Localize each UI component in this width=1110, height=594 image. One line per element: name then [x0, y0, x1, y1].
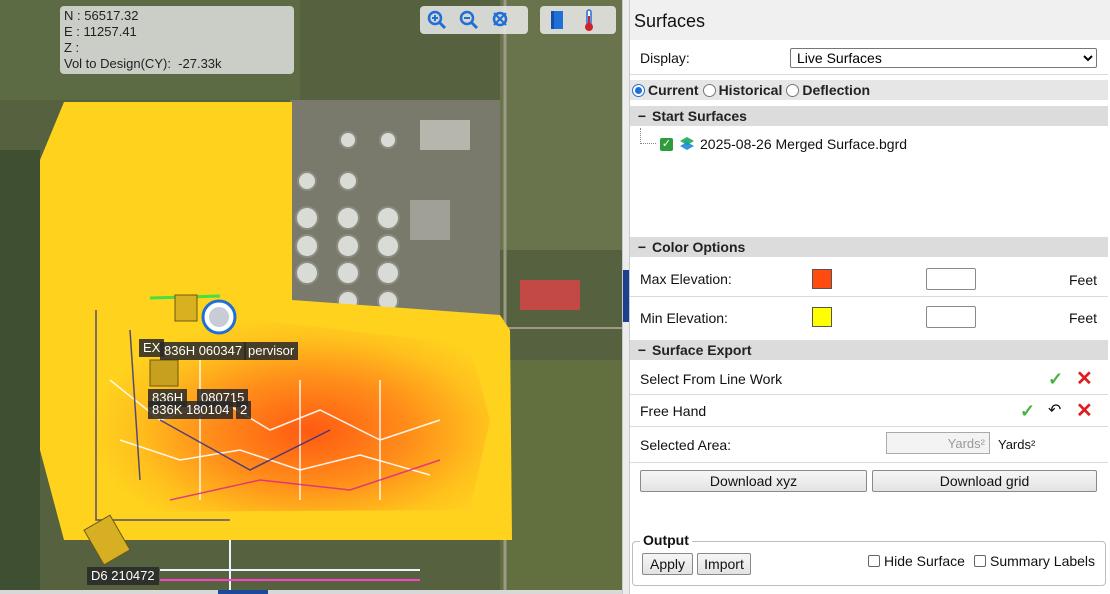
summary-labels-label: Summary Labels [990, 553, 1096, 569]
mode-deflection[interactable]: Deflection [786, 82, 870, 98]
cancel-x-icon[interactable]: ✕ [1076, 401, 1093, 421]
northing-value: 56517.32 [84, 8, 139, 23]
machine-d6-210472[interactable]: D6 210472 [87, 567, 159, 585]
divider [630, 74, 1108, 75]
zoom-in-icon[interactable] [423, 8, 451, 32]
machine-supervisor[interactable]: pervisor [244, 342, 299, 360]
zoom-extents-icon[interactable] [487, 8, 515, 32]
surface-item-label: 2025-08-26 Merged Surface.bgrd [700, 136, 908, 152]
surface-export-title: Surface Export [652, 342, 752, 358]
cancel-x-icon[interactable]: ✕ [1076, 369, 1093, 389]
confirm-check-icon[interactable]: ✓ [1048, 370, 1063, 388]
summary-labels-toggle[interactable]: Summary Labels [974, 553, 1095, 569]
layers-icon [679, 136, 695, 152]
undo-icon[interactable]: ↶ [1048, 402, 1061, 420]
max-elevation-input[interactable] [926, 268, 976, 290]
collapse-icon[interactable]: − [636, 108, 648, 124]
display-select[interactable]: Live Surfaces [790, 48, 1097, 68]
surface-checkbox[interactable]: ✓ [660, 137, 673, 151]
max-elevation-label: Max Elevation: [640, 271, 732, 287]
area-unit-label: Yards² [998, 437, 1036, 452]
max-unit-label: Feet [1069, 272, 1098, 288]
map-canvas[interactable] [0, 0, 622, 594]
selected-area-input[interactable]: Yards² [886, 432, 990, 454]
apply-button[interactable]: Apply [642, 553, 693, 575]
map-scroll-thumb[interactable] [218, 590, 268, 594]
northing-label: N : [64, 8, 81, 23]
summary-labels-checkbox[interactable] [974, 555, 986, 567]
collapse-icon[interactable]: − [636, 342, 648, 358]
surface-mode-group: Current Historical Deflection [630, 80, 1108, 100]
start-surfaces-title: Start Surfaces [652, 108, 747, 124]
color-options-title: Color Options [652, 239, 746, 255]
mode-historical[interactable]: Historical [702, 82, 783, 98]
easting-value: 11257.41 [83, 24, 137, 39]
mode-current-label: Current [648, 82, 699, 98]
download-grid-button[interactable]: Download grid [872, 470, 1097, 492]
machine-2[interactable]: 2 [236, 401, 252, 419]
hide-surface-label: Hide Surface [884, 553, 965, 569]
elevation-label: Z : [64, 40, 80, 55]
map-scrollbar[interactable] [0, 590, 622, 594]
radio-historical[interactable] [702, 83, 716, 97]
panel-title: Surfaces [630, 0, 1110, 40]
volume-value: -27.33k [178, 56, 222, 71]
min-elevation-label: Min Elevation: [640, 310, 728, 326]
divider [630, 296, 1108, 297]
zoom-out-icon[interactable] [455, 8, 483, 32]
color-options-header[interactable]: − Color Options [630, 237, 1108, 257]
thermometer-icon[interactable] [575, 8, 603, 32]
hide-surface-toggle[interactable]: Hide Surface [868, 553, 965, 569]
mode-historical-label: Historical [718, 82, 783, 98]
machine-836k-180104[interactable]: 836K 180104 [148, 401, 234, 419]
radio-deflection[interactable] [786, 83, 800, 97]
free-hand-label: Free Hand [640, 403, 707, 419]
free-hand-row: Free Hand [630, 401, 1108, 421]
selected-area-row: Selected Area: [630, 435, 1108, 455]
mode-current[interactable]: Current [632, 82, 699, 98]
surface-item[interactable]: ✓ 2025-08-26 Merged Surface.bgrd [660, 134, 1100, 154]
zoom-toolbar [420, 6, 528, 34]
collapse-icon[interactable]: − [636, 239, 648, 255]
map-view[interactable]: N : 56517.32 E : 11257.41 Z : Vol to Des… [0, 0, 622, 594]
select-linework-label: Select From Line Work [640, 371, 783, 387]
min-unit-label: Feet [1069, 310, 1098, 326]
download-xyz-button[interactable]: Download xyz [640, 470, 867, 492]
machine-836h-060347[interactable]: 836H 060347 [160, 342, 247, 360]
import-button[interactable]: Import [697, 553, 751, 575]
easting-label: E : [64, 24, 80, 39]
divider [630, 426, 1108, 427]
mode-deflection-label: Deflection [802, 82, 871, 98]
selected-area-label: Selected Area: [640, 437, 732, 453]
min-elevation-row: Min Elevation: [630, 307, 1108, 329]
max-elevation-row: Max Elevation: [630, 268, 1108, 290]
tree-connector [640, 128, 656, 144]
surfaces-panel: Surfaces Display: Live Surfaces Current … [630, 0, 1110, 594]
confirm-check-icon[interactable]: ✓ [1020, 402, 1035, 420]
map-extra-toolbar [540, 6, 616, 34]
select-linework-row: Select From Line Work [630, 369, 1108, 389]
start-surfaces-header[interactable]: − Start Surfaces [630, 106, 1108, 126]
coordinate-readout: N : 56517.32 E : 11257.41 Z : Vol to Des… [60, 6, 294, 74]
min-elevation-input[interactable] [926, 306, 976, 328]
max-color-swatch[interactable] [812, 269, 832, 289]
divider [630, 394, 1108, 395]
min-color-swatch[interactable] [812, 307, 832, 327]
output-legend: Output [640, 532, 692, 548]
radio-current[interactable] [632, 83, 645, 97]
surface-export-header[interactable]: − Surface Export [630, 340, 1108, 360]
display-label: Display: [640, 50, 690, 66]
splitter-handle[interactable] [623, 270, 629, 322]
volume-label: Vol to Design(CY): [64, 56, 171, 71]
book-icon[interactable] [543, 8, 571, 32]
hide-surface-checkbox[interactable] [868, 555, 880, 567]
divider [630, 462, 1108, 463]
